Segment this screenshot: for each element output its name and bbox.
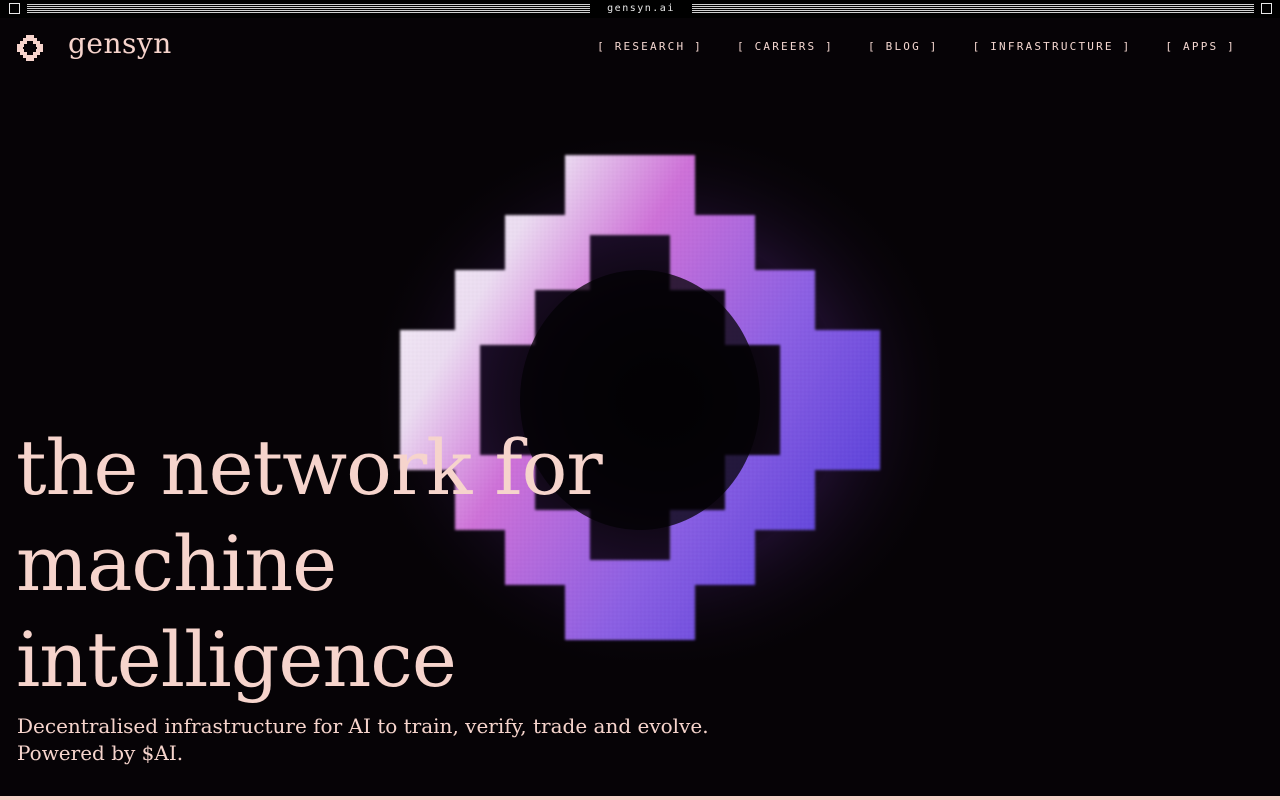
title-bar-stripes-right — [692, 4, 1254, 13]
hero-subheadline: Decentralised infrastructure for AI to t… — [17, 713, 709, 767]
logo-wordmark: gensyn — [68, 27, 172, 60]
nav-infrastructure-link[interactable]: [ INFRASTRUCTURE ] — [973, 40, 1132, 53]
window-title-bar: gensyn.ai — [0, 0, 1280, 18]
nav-apps-link[interactable]: [ APPS ] — [1165, 40, 1236, 53]
headline-line-2: machine — [16, 519, 337, 608]
main-nav: [ RESEARCH ] [ CAREERS ] [ BLOG ] [ INFR… — [597, 40, 1236, 53]
title-bar-stripes-left — [27, 4, 590, 13]
hero-headline: the network for machine intelligence — [16, 420, 603, 708]
window-close-box[interactable] — [9, 3, 20, 14]
home-logo-link[interactable]: gensyn — [14, 27, 172, 64]
window-zoom-box[interactable] — [1261, 3, 1272, 14]
subheadline-line-2: Powered by $AI. — [17, 741, 184, 765]
bottom-accent-bar — [0, 796, 1280, 800]
nav-blog-link[interactable]: [ BLOG ] — [868, 40, 939, 53]
nav-careers-link[interactable]: [ CAREERS ] — [737, 40, 834, 53]
nav-research-link[interactable]: [ RESEARCH ] — [597, 40, 703, 53]
headline-line-1: the network for — [16, 423, 603, 512]
headline-line-3: intelligence — [16, 615, 457, 704]
gensyn-diamond-icon — [17, 34, 43, 61]
window-title: gensyn.ai — [607, 3, 675, 14]
subheadline-line-1: Decentralised infrastructure for AI to t… — [17, 714, 709, 738]
